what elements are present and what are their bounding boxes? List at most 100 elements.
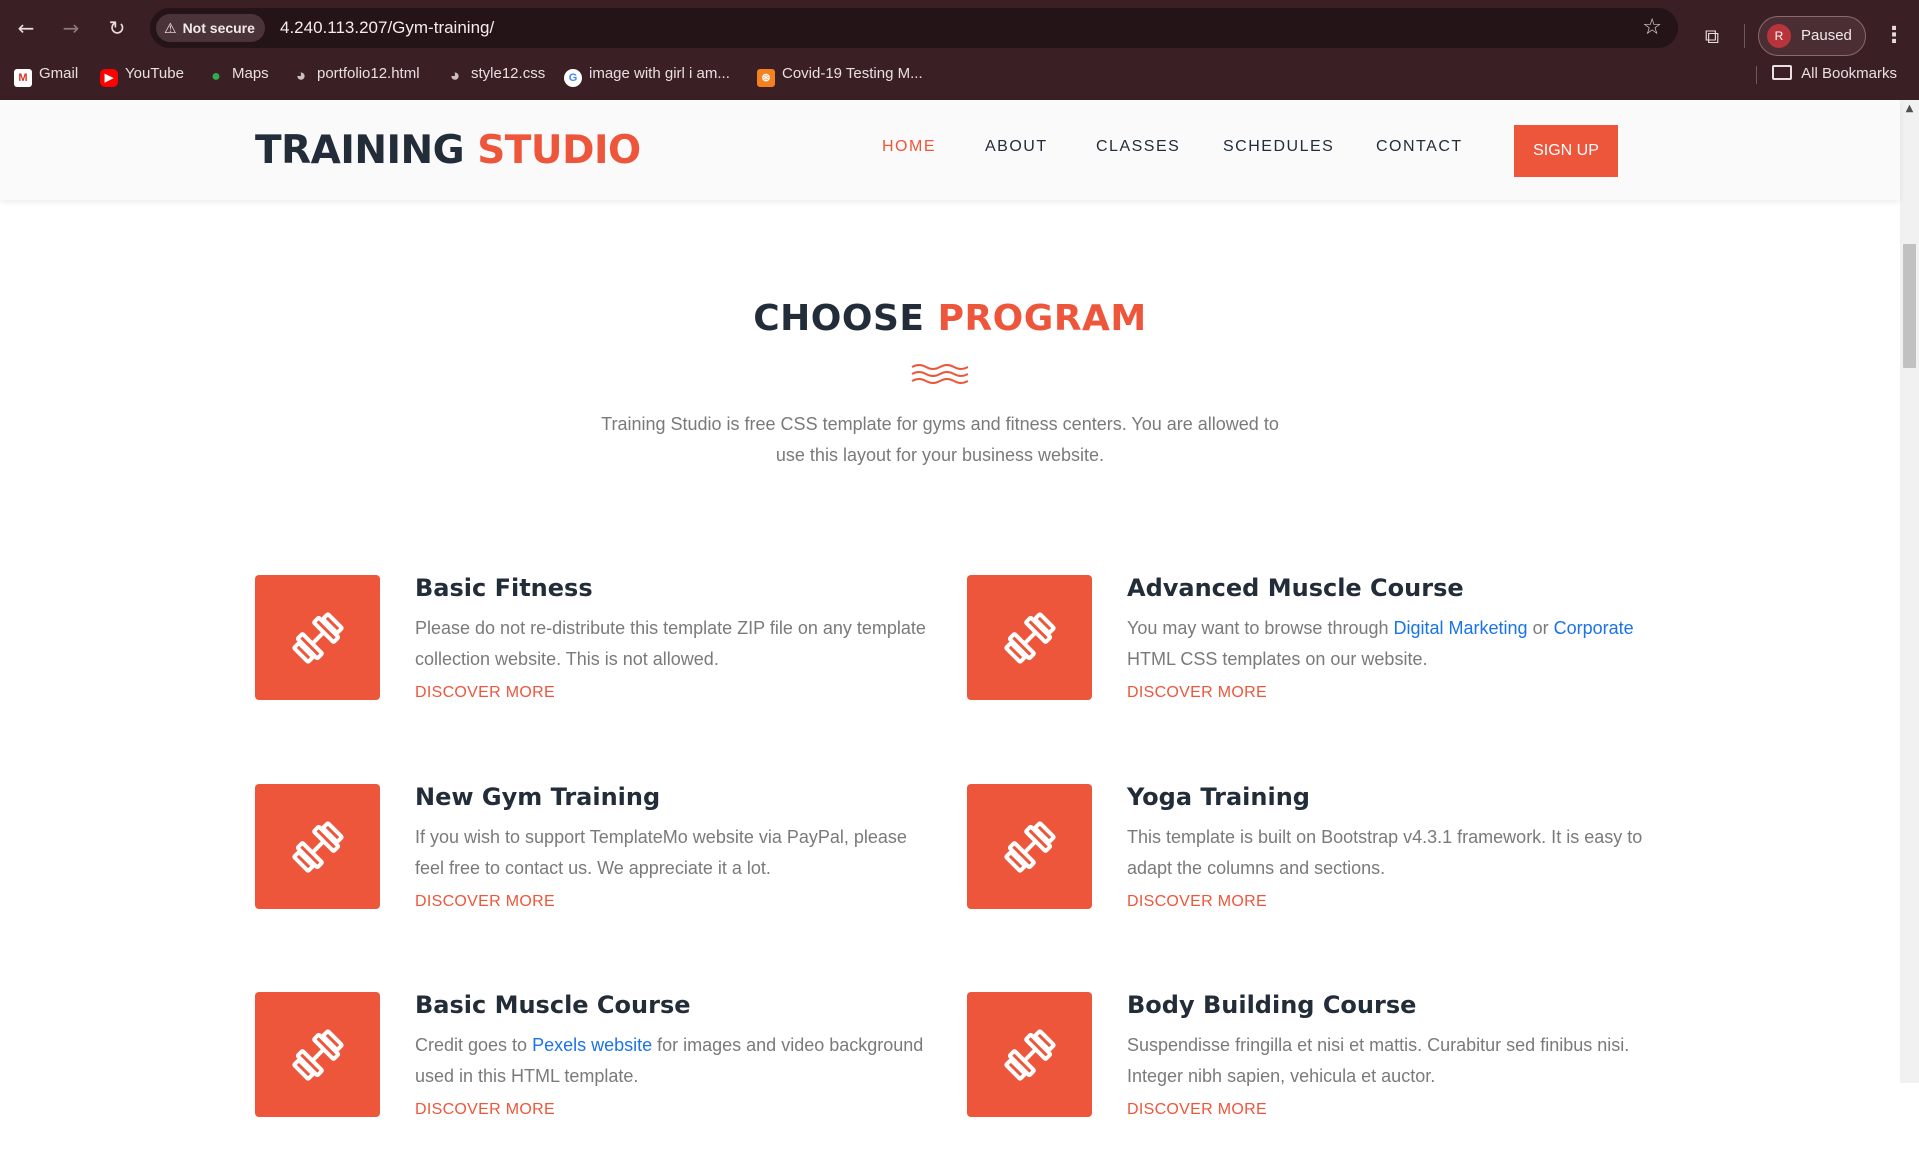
security-chip[interactable]: ⚠ Not secure bbox=[156, 14, 265, 42]
corporate-link[interactable]: Corporate bbox=[1554, 618, 1634, 638]
description-text: HTML CSS templates on our website. bbox=[1127, 649, 1428, 669]
reload-icon[interactable]: ↻ bbox=[103, 14, 131, 42]
bookmark-label: style12.css bbox=[471, 65, 546, 82]
back-arrow-icon[interactable]: ← bbox=[12, 14, 40, 42]
program-description: If you wish to support TemplateMo websit… bbox=[415, 822, 935, 884]
dumbbell-icon bbox=[1004, 821, 1056, 873]
discover-more-link[interactable]: DISCOVER MORE bbox=[415, 893, 555, 911]
all-bookmarks[interactable]: All Bookmarks bbox=[1772, 62, 1897, 86]
program-title: Body Building Course bbox=[1127, 991, 1417, 1019]
section-description: Training Studio is free CSS template for… bbox=[601, 414, 1279, 465]
security-label: Not secure bbox=[182, 20, 255, 36]
bookmarks-divider bbox=[1756, 66, 1757, 84]
description-text: You may want to browse through bbox=[1127, 618, 1394, 638]
discover-more-link[interactable]: DISCOVER MORE bbox=[1127, 684, 1267, 702]
section-title: CHOOSE PROGRAM bbox=[0, 298, 1900, 339]
program-icon-box bbox=[255, 575, 380, 700]
warning-icon: ⚠ bbox=[164, 20, 177, 36]
scroll-thumb[interactable] bbox=[1903, 244, 1916, 368]
program-icon-box bbox=[967, 575, 1092, 700]
wave-divider-icon bbox=[911, 364, 968, 384]
description-text: Credit goes to bbox=[415, 1035, 533, 1055]
bookmark-label: YouTube bbox=[125, 65, 184, 82]
program-card: Basic Fitness Please do not re-distribut… bbox=[255, 574, 955, 745]
description-text: Suspendisse fringilla et nisi et mattis.… bbox=[1127, 1035, 1630, 1086]
program-card: New Gym Training If you wish to support … bbox=[255, 783, 955, 954]
globe-icon: ◕ bbox=[295, 66, 307, 85]
maps-icon: ● bbox=[211, 68, 221, 85]
bookmark-label: Covid-19 Testing M... bbox=[782, 65, 923, 82]
logo-accent: STUDIO bbox=[477, 128, 641, 173]
program-title: Basic Fitness bbox=[415, 574, 593, 602]
dumbbell-icon bbox=[292, 612, 344, 664]
program-description: You may want to browse through Digital M… bbox=[1127, 613, 1647, 675]
program-description: This template is built on Bootstrap v4.3… bbox=[1127, 822, 1647, 884]
site-logo[interactable]: TRAINING STUDIO bbox=[255, 128, 641, 173]
nav-about[interactable]: ABOUT bbox=[985, 138, 1048, 156]
bookmark-gmail[interactable]: M Gmail bbox=[14, 62, 79, 87]
profile-button[interactable]: R Paused bbox=[1758, 16, 1866, 56]
program-card: Yoga Training This template is built on … bbox=[967, 783, 1667, 954]
discover-more-link[interactable]: DISCOVER MORE bbox=[1127, 1101, 1267, 1119]
dumbbell-icon bbox=[292, 821, 344, 873]
folder-icon bbox=[1772, 65, 1793, 80]
browser-toolbar: ← → ↻ ⚠ Not secure 4.240.113.207/Gym-trai… bbox=[0, 8, 1919, 56]
extensions-icon[interactable]: ⧉ bbox=[1698, 22, 1726, 50]
discover-more-link[interactable]: DISCOVER MORE bbox=[1127, 893, 1267, 911]
nav-schedules[interactable]: SCHEDULES bbox=[1223, 138, 1334, 156]
program-title: New Gym Training bbox=[415, 783, 661, 811]
program-card: Body Building Course Suspendisse fringil… bbox=[967, 991, 1667, 1162]
description-text: If you wish to support TemplateMo websit… bbox=[415, 827, 907, 878]
program-icon-box bbox=[255, 784, 380, 909]
bookmark-youtube[interactable]: ▶ YouTube bbox=[100, 62, 184, 87]
bookmark-label: image with girl i am... bbox=[589, 65, 730, 82]
logo-primary: TRAINING bbox=[255, 128, 465, 173]
nav-contact[interactable]: CONTACT bbox=[1376, 138, 1463, 156]
program-description: Please do not re-distribute this templat… bbox=[415, 613, 935, 675]
bookmark-portfolio[interactable]: ◕ portfolio12.html bbox=[292, 62, 420, 86]
section-title-accent: PROGRAM bbox=[937, 298, 1147, 339]
dumbbell-icon bbox=[292, 1029, 344, 1081]
scroll-up-arrow-icon[interactable]: ▲ bbox=[1900, 100, 1919, 118]
bookmarks-bar: M Gmail ▶ YouTube ● Maps ◕ portfolio12.html … bbox=[0, 58, 1919, 90]
google-icon: G bbox=[564, 69, 582, 87]
bookmark-maps[interactable]: ● Maps bbox=[207, 62, 269, 86]
url-text[interactable]: 4.240.113.207/Gym-training/ bbox=[280, 8, 494, 48]
page-scrollbar[interactable]: ▲ bbox=[1900, 100, 1919, 1083]
bookmark-label: Maps bbox=[232, 65, 269, 82]
youtube-icon: ▶ bbox=[100, 69, 118, 87]
sign-up-button[interactable]: SIGN UP bbox=[1514, 125, 1618, 177]
nav-home[interactable]: HOME bbox=[882, 138, 936, 156]
program-icon-box bbox=[255, 992, 380, 1117]
description-text: Please do not re-distribute this templat… bbox=[415, 618, 926, 669]
profile-status: Paused bbox=[1801, 27, 1852, 44]
digital-marketing-link[interactable]: Digital Marketing bbox=[1394, 618, 1528, 638]
program-title: Basic Muscle Course bbox=[415, 991, 691, 1019]
bookmark-image-search[interactable]: Gimage with girl i am... bbox=[564, 62, 730, 87]
program-icon-box bbox=[967, 992, 1092, 1117]
bookmark-covid[interactable]: ⊛ Covid-19 Testing M... bbox=[757, 62, 923, 87]
discover-more-link[interactable]: DISCOVER MORE bbox=[415, 684, 555, 702]
more-menu-icon[interactable]: ⋮ bbox=[1882, 22, 1906, 50]
forward-arrow-icon[interactable]: → bbox=[57, 14, 85, 42]
avatar: R bbox=[1767, 24, 1791, 48]
discover-more-link[interactable]: DISCOVER MORE bbox=[415, 1101, 555, 1119]
bookmark-style[interactable]: ◕ style12.css bbox=[446, 62, 545, 86]
covid-icon: ⊛ bbox=[757, 69, 775, 87]
bookmark-label: portfolio12.html bbox=[317, 65, 420, 82]
bookmark-label: Gmail bbox=[39, 65, 79, 82]
nav-classes[interactable]: CLASSES bbox=[1096, 138, 1180, 156]
dumbbell-icon bbox=[1004, 612, 1056, 664]
all-bookmarks-label: All Bookmarks bbox=[1801, 65, 1897, 82]
program-icon-box bbox=[967, 784, 1092, 909]
bookmark-star-icon[interactable]: ☆ bbox=[1642, 14, 1662, 42]
toolbar-divider bbox=[1744, 24, 1745, 48]
pexels-link[interactable]: Pexels website bbox=[532, 1035, 652, 1055]
browser-chrome: ← → ↻ ⚠ Not secure 4.240.113.207/Gym-trai… bbox=[0, 0, 1919, 100]
address-bar[interactable]: ⚠ Not secure 4.240.113.207/Gym-training/ … bbox=[150, 8, 1678, 48]
program-card: Advanced Muscle Course You may want to b… bbox=[967, 574, 1667, 745]
globe-icon: ◕ bbox=[449, 66, 461, 85]
program-card: Basic Muscle Course Credit goes to Pexel… bbox=[255, 991, 955, 1162]
program-title: Advanced Muscle Course bbox=[1127, 574, 1464, 602]
dumbbell-icon bbox=[1004, 1029, 1056, 1081]
